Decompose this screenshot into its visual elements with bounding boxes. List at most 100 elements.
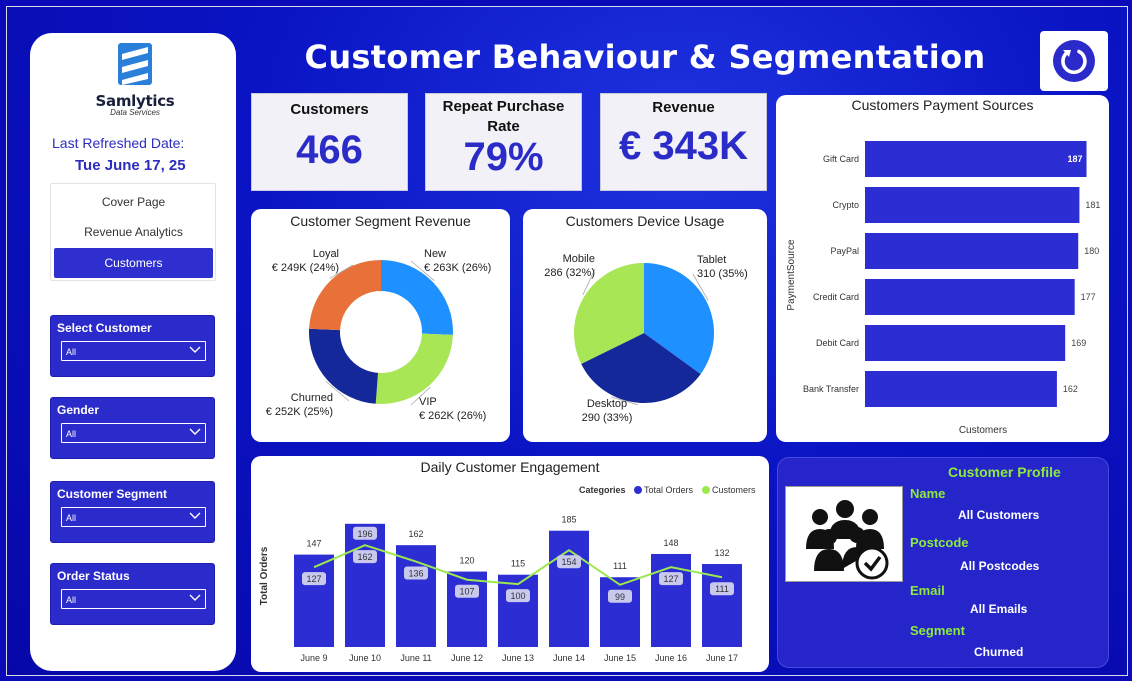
filter-title: Customer Segment	[57, 487, 168, 501]
data-label-customers: 99	[615, 592, 625, 602]
slice-value-label: 310 (35%)	[697, 268, 748, 280]
data-label-customers: 100	[510, 591, 525, 601]
data-label-total-orders: 162	[408, 529, 423, 539]
profile-label-segment: Segment	[910, 623, 965, 638]
last-refreshed-label: Last Refreshed Date:	[52, 135, 185, 151]
profile-value-email: All Emails	[970, 602, 1028, 616]
kpi-value: 79%	[463, 135, 544, 179]
slice-vip	[375, 333, 453, 404]
brand-logo: Samlytics Data Services	[85, 43, 185, 117]
daily-engagement-chart: June 9 June 10 June 11 June 12 June 13 June 1…	[259, 485, 756, 663]
x-tick-label: June 11	[400, 653, 431, 663]
dropdown-value: All	[66, 347, 77, 357]
payment-sources-card: Customers Payment Sources Gift Card 187 Cr…	[776, 95, 1109, 442]
legend-marker-total-orders	[634, 486, 642, 494]
x-tick-label: June 17	[706, 653, 738, 663]
profile-label-name: Name	[910, 486, 946, 501]
slice-name-label: New	[424, 248, 446, 260]
payment-sources-chart: Gift Card 187 Crypto 181 PayPal 180 Credit Car…	[786, 141, 1100, 436]
bar-total-orders	[600, 577, 640, 647]
refresh-button[interactable]	[1040, 31, 1108, 91]
dropdown-value: All	[66, 513, 77, 523]
slice-value-label: € 252K (25%)	[266, 406, 333, 418]
data-label-customers: 111	[715, 584, 729, 594]
data-label-customers: 136	[408, 569, 423, 579]
filter-title: Gender	[57, 403, 100, 417]
brand-logo-icon	[118, 43, 152, 85]
gender-dropdown[interactable]: All	[61, 423, 206, 443]
nav-cover-page[interactable]: Cover Page	[54, 187, 213, 217]
bar-total-orders	[294, 554, 334, 647]
filter-customer-segment: Customer Segment All	[50, 481, 215, 543]
group-check-icon	[785, 486, 903, 582]
x-tick-label: June 9	[300, 653, 327, 663]
device-usage-card: Customers Device Usage Tablet 310 (35%) De…	[523, 209, 767, 442]
chevron-down-icon	[189, 346, 201, 353]
bar-gift-card	[865, 141, 1087, 177]
kpi-label: Repeat Purchase Rate	[442, 98, 565, 135]
bar-total-orders	[498, 574, 538, 647]
sidebar: Samlytics Data Services Last Refreshed D…	[30, 33, 236, 671]
y-axis-label: PaymentSource	[786, 239, 797, 311]
data-label: 180	[1084, 246, 1099, 256]
bar-total-orders	[549, 530, 589, 647]
data-label-customers: 154	[561, 557, 576, 567]
slice-value-label: 290 (33%)	[582, 412, 633, 424]
chevron-down-icon	[189, 512, 201, 519]
data-label-total-orders: 185	[561, 515, 576, 525]
bar-total-orders	[345, 523, 385, 647]
nav-customers[interactable]: Customers	[54, 248, 213, 278]
bar-paypal	[865, 233, 1079, 269]
dropdown-value: All	[66, 595, 77, 605]
bar-total-orders	[447, 571, 487, 647]
slice-value-label: € 263K (26%)	[424, 262, 491, 274]
data-label-total-orders: 148	[663, 538, 678, 548]
data-label-customers: 127	[306, 574, 321, 584]
data-label-total-orders: 115	[511, 559, 525, 569]
legend-marker-customers	[702, 486, 710, 494]
last-refreshed-date: Tue June 17, 25	[75, 157, 186, 174]
data-label: 181	[1085, 200, 1100, 210]
data-label: 187	[1067, 154, 1082, 164]
refresh-icon	[1053, 40, 1095, 82]
customer-segment-dropdown[interactable]: All	[61, 507, 206, 527]
data-label-total-orders: 120	[459, 556, 474, 566]
slice-name-label: Desktop	[587, 398, 627, 410]
legend-label: Customers	[712, 485, 756, 495]
chevron-down-icon	[189, 428, 201, 435]
profile-label-postcode: Postcode	[910, 535, 969, 550]
filter-title: Select Customer	[57, 321, 152, 335]
x-tick-label: June 14	[553, 653, 585, 663]
x-tick-label: June 16	[655, 653, 687, 663]
kpi-customers: Customers 466	[251, 93, 408, 191]
profile-value-postcode: All Postcodes	[960, 559, 1040, 573]
device-usage-chart: Tablet 310 (35%) Desktop 290 (33%) Mobile 286…	[544, 253, 748, 424]
bar-crypto	[865, 187, 1080, 223]
y-axis-label: Total Orders	[259, 546, 270, 605]
category-label: Credit Card	[813, 292, 859, 302]
x-tick-label: June 10	[349, 653, 381, 663]
bar-debit-card	[865, 325, 1066, 361]
dropdown-value: All	[66, 429, 77, 439]
nav-revenue-analytics[interactable]: Revenue Analytics	[54, 217, 213, 247]
filter-gender: Gender All	[50, 397, 215, 459]
bar-total-orders	[396, 545, 436, 647]
filter-title: Order Status	[57, 569, 130, 583]
profile-value-segment: Churned	[974, 645, 1024, 659]
kpi-revenue: Revenue € 343K	[600, 93, 767, 191]
page-navigator: Cover Page Revenue Analytics Customers	[50, 183, 216, 281]
daily-engagement-card: Daily Customer Engagement June 9 June 10 J…	[251, 456, 769, 672]
bar-bank-transfer	[865, 371, 1057, 407]
data-label-customers: 127	[663, 574, 678, 584]
order-status-dropdown[interactable]: All	[61, 589, 206, 609]
select-customer-dropdown[interactable]: All	[61, 341, 206, 361]
filter-order-status: Order Status All	[50, 563, 215, 625]
kpi-value: € 343K	[619, 124, 748, 168]
legend-label: Total Orders	[644, 485, 694, 495]
slice-value-label: € 249K (24%)	[272, 262, 339, 274]
slice-name-label: Churned	[291, 392, 333, 404]
chevron-down-icon	[189, 594, 201, 601]
profile-value-name: All Customers	[958, 508, 1040, 522]
page-title: Customer Behaviour & Segmentation	[304, 38, 986, 76]
kpi-label: Customers	[290, 101, 369, 118]
